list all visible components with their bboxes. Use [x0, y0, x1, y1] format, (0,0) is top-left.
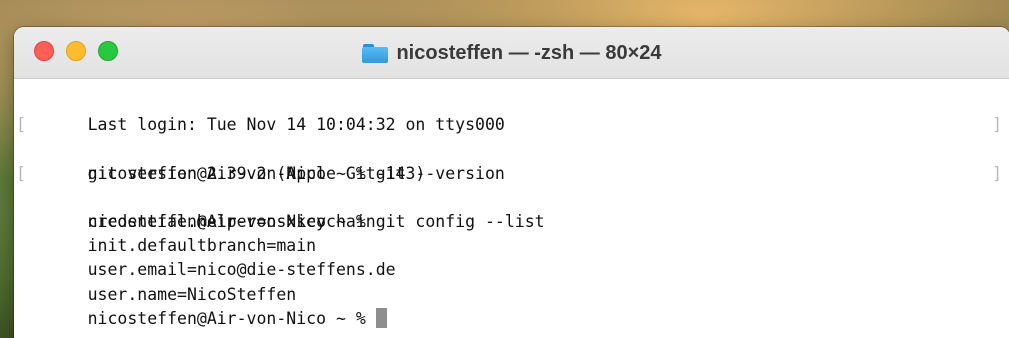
terminal-line: [ nicosteffen@Air-von-Nico ~ % git --ver… — [14, 113, 1009, 182]
terminal-line: credential.helper=osxkeychain — [14, 186, 1009, 231]
prompt-line[interactable]: nicosteffen@Air-von-Nico ~ % — [14, 283, 1009, 328]
command-mark-left: [ — [16, 163, 26, 183]
command-mark-right: ] — [992, 163, 1002, 183]
shell-prompt: nicosteffen@Air-von-Nico ~ % — [87, 308, 376, 328]
terminal-output[interactable]: Last login: Tue Nov 14 10:04:32 on ttys0… — [14, 79, 1009, 328]
window-title: nicosteffen — -zsh — 80×24 — [14, 27, 1009, 79]
terminal-line: init.defaultbranch=main — [14, 210, 1009, 255]
terminal-line: [ nicosteffen@Air-von-Nico ~ % git confi… — [14, 162, 1009, 231]
window-title-text: nicosteffen — -zsh — 80×24 — [396, 41, 662, 64]
command-mark-left: [ — [16, 115, 26, 135]
text-cursor — [375, 307, 387, 328]
terminal-line: user.name=NicoSteffen — [14, 258, 1009, 304]
terminal-line: Last login: Tue Nov 14 10:04:32 on ttys0… — [14, 89, 1009, 134]
terminal-line: user.email=nico@die-steffens.de — [14, 234, 1009, 279]
folder-icon — [362, 43, 389, 63]
command-mark-right: ] — [992, 115, 1002, 135]
terminal-window[interactable]: nicosteffen — -zsh — 80×24 Last login: T… — [14, 27, 1009, 338]
title-bar[interactable]: nicosteffen — -zsh — 80×24 — [14, 27, 1009, 79]
terminal-line: git version 2.39.2 (Apple Git-143) — [14, 137, 1009, 183]
